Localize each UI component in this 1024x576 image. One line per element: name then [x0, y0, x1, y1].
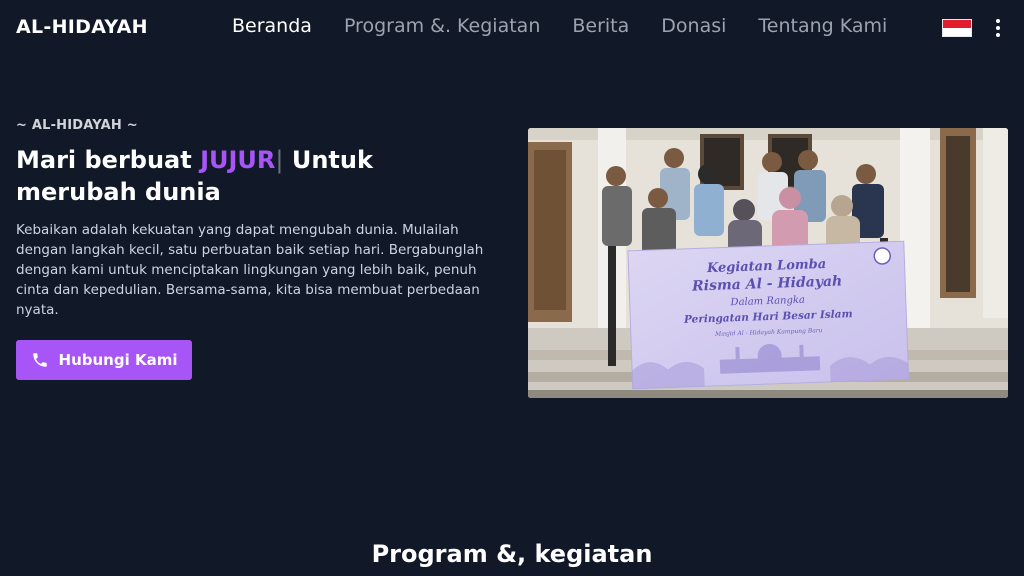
hero-description: Kebaikan adalah kekuatan yang dapat meng… [16, 222, 484, 318]
program-section-title: Program &, kegiatan [371, 540, 653, 568]
nav-link-program-kegiatan[interactable]: Program &. Kegiatan [344, 15, 540, 37]
headline-highlight-word: JUJUR [200, 146, 276, 174]
nav-link-donasi[interactable]: Donasi [661, 15, 726, 37]
nav-link-berita[interactable]: Berita [572, 15, 629, 37]
nav-link-tentang-kami[interactable]: Tentang Kami [758, 15, 887, 37]
phone-icon [32, 353, 47, 367]
site-logo[interactable]: AL-HIDAYAH [16, 16, 148, 38]
nav-link-beranda[interactable]: Beranda [232, 15, 312, 37]
top-navbar: AL-HIDAYAH Beranda Program &. Kegiatan B… [0, 0, 1024, 56]
indonesia-flag-icon[interactable] [942, 19, 972, 37]
typing-cursor: | [275, 146, 284, 174]
hero-photo: Kegiatan Lomba Risma Al - Hidayah Dalam … [528, 128, 1008, 398]
hero-headline: Mari berbuat JUJUR| Untuk merubah dunia [16, 144, 496, 208]
hero-eyebrow: ~ AL-HIDAYAH ~ [16, 118, 138, 133]
contact-us-label: Hubungi Kami [58, 351, 178, 369]
more-vertical-icon[interactable] [988, 16, 1008, 40]
contact-us-button[interactable]: Hubungi Kami [16, 340, 192, 380]
headline-text-start: Mari berbuat [16, 146, 201, 174]
main-nav: Beranda Program &. Kegiatan Berita Donas… [232, 15, 887, 37]
